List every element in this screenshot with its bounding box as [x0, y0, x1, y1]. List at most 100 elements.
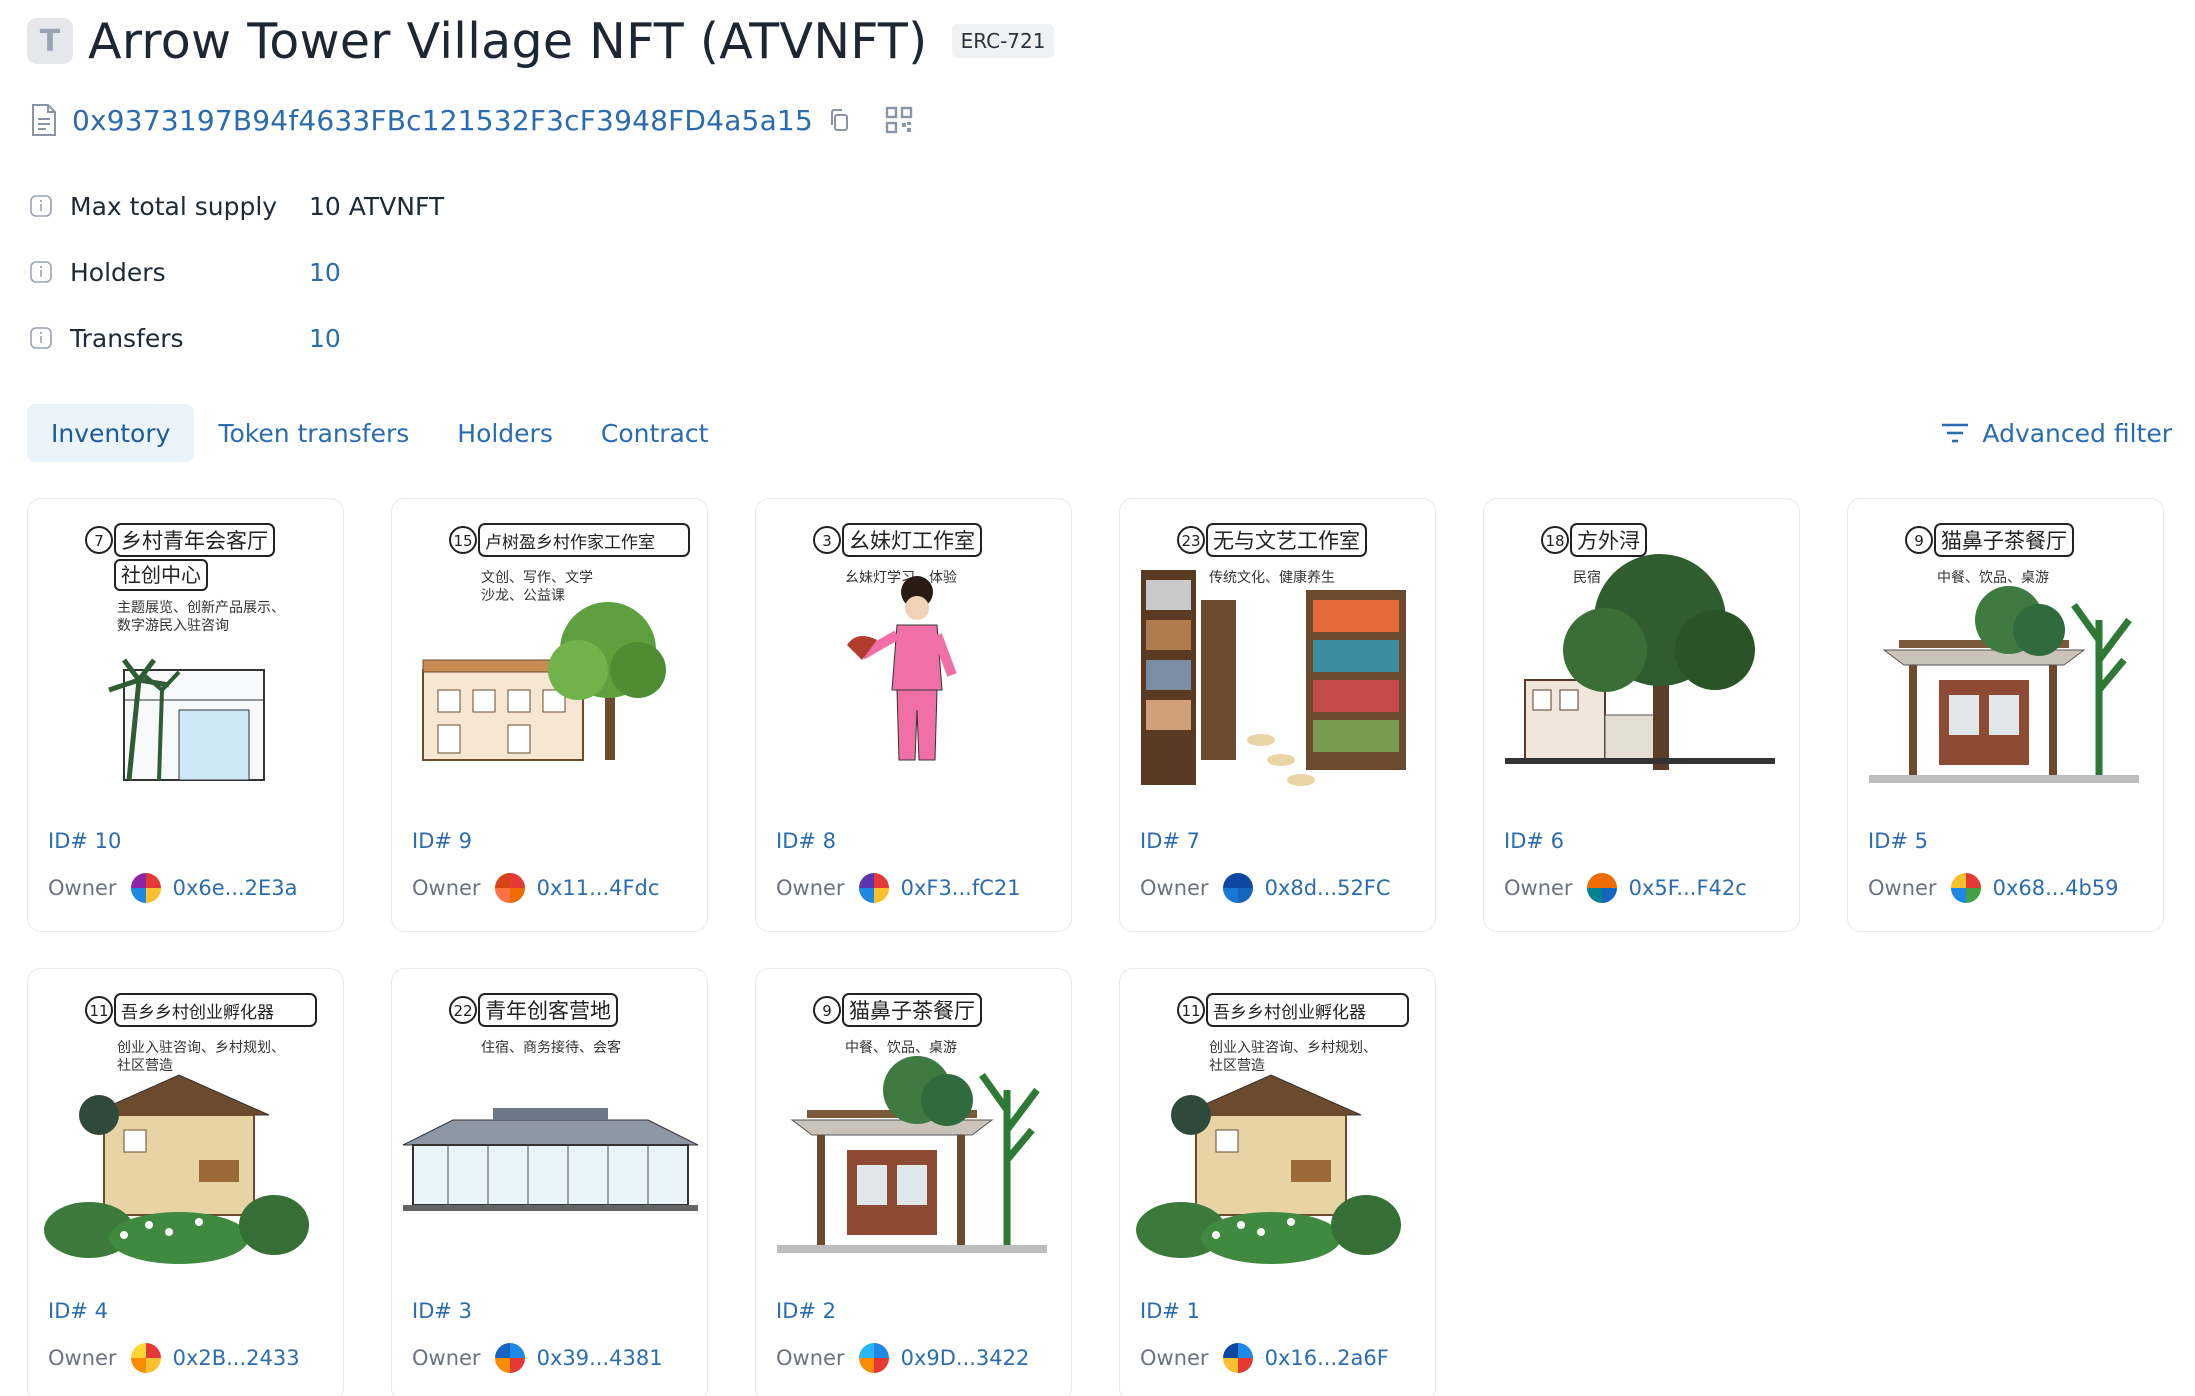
- art-subtitle: 中餐、饮品、桌游: [1937, 570, 2049, 586]
- nft-owner: Owner 0x6e...2E3a: [48, 873, 298, 903]
- art-number: 7: [94, 532, 104, 550]
- tab-contract[interactable]: Contract: [577, 404, 733, 462]
- prop-value: 10 ATVNFT: [309, 191, 445, 221]
- owner-address-link[interactable]: 0x39...4381: [537, 1346, 663, 1370]
- owner-address-link[interactable]: 0x5F...F42c: [1629, 876, 1747, 900]
- nft-id-link[interactable]: ID# 2: [776, 1299, 836, 1323]
- art-subtitle: 创业入驻咨询、乡村规划、: [117, 1040, 285, 1056]
- art-subtitle: 民宿: [1573, 569, 1601, 586]
- info-icon[interactable]: [30, 327, 52, 349]
- prop-label: Max total supply: [70, 191, 278, 221]
- art-title: 吾乡乡村创业孵化器: [121, 1003, 274, 1023]
- art-title: 青年创客营地: [485, 999, 611, 1023]
- nft-card[interactable]: 3 幺妹灯工作室 幺妹灯学习、体验 ID# 8 Owner 0xF3...fC21: [755, 498, 1072, 932]
- nft-image[interactable]: 22 青年创客营地住宿、商务接待、会客: [393, 970, 708, 1285]
- nft-id-link[interactable]: ID# 9: [412, 829, 472, 853]
- page-header: T Arrow Tower Village NFT (ATVNFT) ERC-7…: [27, 10, 1055, 72]
- nft-id-link[interactable]: ID# 5: [1868, 829, 1928, 853]
- art-number: 9: [822, 1002, 832, 1020]
- nft-card[interactable]: 15 卢树盈乡村作家工作室 文创、写作、文学 沙龙、公益课 ID# 9 Owner 0…: [391, 498, 708, 932]
- tab-token-transfers[interactable]: Token transfers: [194, 404, 433, 462]
- token-standard-badge: ERC-721: [951, 24, 1055, 58]
- holders-count-link[interactable]: 10: [309, 258, 341, 287]
- owner-avatar-icon: [858, 873, 889, 903]
- nft-card[interactable]: 9 猫鼻子茶餐厅 中餐、饮品、桌游 ID# 5 Owner 0x68...4b59: [1847, 498, 2164, 932]
- nft-image[interactable]: 9 猫鼻子茶餐厅中餐、饮品、桌游: [1849, 500, 2164, 815]
- contract-address-row: 0x9373197B94f4633FBc121532F3cF3948FD4a5a…: [30, 100, 913, 140]
- tab-holders[interactable]: Holders: [433, 404, 577, 462]
- art-number: 22: [453, 1002, 472, 1020]
- owner-label: Owner: [776, 876, 845, 900]
- nft-owner: Owner 0x5F...F42c: [1504, 873, 1747, 903]
- info-icon[interactable]: [30, 261, 52, 283]
- owner-label: Owner: [412, 1346, 481, 1370]
- art-subtitle-2: 数字游民入驻咨询: [117, 618, 229, 634]
- owner-address-link[interactable]: 0x6e...2E3a: [173, 876, 298, 900]
- art-subtitle-2: 社区营造: [1209, 1058, 1265, 1074]
- nft-id-link[interactable]: ID# 3: [412, 1299, 472, 1323]
- nft-card[interactable]: 23 无与文艺工作室 传统文化、健康养生 ID# 7 Owner 0x8d...52…: [1119, 498, 1436, 932]
- art-subtitle: 幺妹灯学习、体验: [845, 570, 957, 586]
- art-title: 猫鼻子茶餐厅: [1941, 529, 2067, 553]
- nft-id-link[interactable]: ID# 8: [776, 829, 836, 853]
- art-title: 猫鼻子茶餐厅: [849, 999, 975, 1023]
- owner-avatar-icon: [130, 873, 161, 903]
- nft-owner: Owner 0x68...4b59: [1868, 873, 2119, 903]
- prop-label: Holders: [70, 257, 166, 287]
- art-subtitle: 文创、写作、文学: [481, 570, 593, 586]
- tab-bar: Inventory Token transfers Holders Contra…: [27, 404, 2172, 462]
- nft-image[interactable]: 11 吾乡乡村创业孵化器创业入驻咨询、乡村规划、社区营造: [1121, 970, 1436, 1285]
- nft-id-link[interactable]: ID# 7: [1140, 829, 1200, 853]
- nft-card[interactable]: 9 猫鼻子茶餐厅 中餐、饮品、桌游 ID# 2 Owner 0x9D...3422: [755, 968, 1072, 1396]
- nft-id-link[interactable]: ID# 10: [48, 829, 121, 853]
- nft-card[interactable]: 11 吾乡乡村创业孵化器 创业入驻咨询、乡村规划、 社区营造 ID# 4 Owner …: [27, 968, 344, 1396]
- nft-card[interactable]: 18 方外浔 民宿 ID# 6 Owner 0x5F...F42c: [1483, 498, 1800, 932]
- nft-id-link[interactable]: ID# 1: [1140, 1299, 1200, 1323]
- owner-address-link[interactable]: 0x11...4Fdc: [537, 876, 660, 900]
- owner-address-link[interactable]: 0xF3...fC21: [901, 876, 1021, 900]
- nft-card[interactable]: 11 吾乡乡村创业孵化器 创业入驻咨询、乡村规划、 社区营造 ID# 1 Owner …: [1119, 968, 1436, 1396]
- copy-icon[interactable]: [827, 108, 851, 132]
- nft-id-link[interactable]: ID# 4: [48, 1299, 108, 1323]
- nft-image[interactable]: 7 乡村青年会客厅社创中心主题展览、创新产品展示、数字游民入驻咨询: [29, 500, 344, 815]
- nft-image[interactable]: 18 方外浔民宿: [1485, 500, 1800, 815]
- nft-image[interactable]: 3 幺妹灯工作室幺妹灯学习、体验: [757, 500, 1072, 815]
- nft-id-link[interactable]: ID# 6: [1504, 829, 1564, 853]
- owner-address-link[interactable]: 0x2B...2433: [173, 1346, 300, 1370]
- owner-label: Owner: [1140, 876, 1209, 900]
- art-subtitle: 创业入驻咨询、乡村规划、: [1209, 1040, 1377, 1056]
- owner-address-link[interactable]: 0x16...2a6F: [1265, 1346, 1389, 1370]
- art-title: 卢树盈乡村作家工作室: [485, 533, 655, 553]
- token-avatar: T: [27, 18, 73, 64]
- nft-owner: Owner 0xF3...fC21: [776, 873, 1021, 903]
- art-title-2: 社创中心: [121, 563, 201, 587]
- owner-avatar-icon: [1222, 873, 1253, 903]
- nft-card[interactable]: 7 乡村青年会客厅 社创中心 主题展览、创新产品展示、 数字游民入驻咨询 ID# 10 …: [27, 498, 344, 932]
- art-number: 23: [1181, 532, 1200, 550]
- owner-avatar-icon: [1950, 873, 1981, 903]
- owner-address-link[interactable]: 0x9D...3422: [901, 1346, 1030, 1370]
- nft-image[interactable]: 9 猫鼻子茶餐厅中餐、饮品、桌游: [757, 970, 1072, 1285]
- qr-code-icon[interactable]: [885, 106, 913, 134]
- nft-card[interactable]: 22 青年创客营地 住宿、商务接待、会客 ID# 3 Owner 0x39...43…: [391, 968, 708, 1396]
- advanced-filter-button[interactable]: Advanced filter: [1940, 419, 2172, 448]
- contract-address-link[interactable]: 0x9373197B94f4633FBc121532F3cF3948FD4a5a…: [72, 104, 813, 137]
- art-subtitle: 传统文化、健康养生: [1209, 569, 1335, 586]
- nft-image[interactable]: 11 吾乡乡村创业孵化器创业入驻咨询、乡村规划、社区营造: [29, 970, 344, 1285]
- nft-image[interactable]: 23 无与文艺工作室传统文化、健康养生: [1121, 500, 1436, 815]
- art-subtitle: 主题展览、创新产品展示、: [117, 600, 285, 616]
- info-icon[interactable]: [30, 195, 52, 217]
- art-subtitle-2: 社区营造: [117, 1058, 173, 1074]
- nft-owner: Owner 0x2B...2433: [48, 1343, 300, 1373]
- prop-transfers: Transfers 10: [30, 318, 444, 358]
- owner-address-link[interactable]: 0x8d...52FC: [1265, 876, 1391, 900]
- page-title: Arrow Tower Village NFT (ATVNFT): [88, 12, 928, 70]
- owner-address-link[interactable]: 0x68...4b59: [1993, 876, 2119, 900]
- transfers-count-link[interactable]: 10: [309, 324, 341, 353]
- nft-image[interactable]: 15 卢树盈乡村作家工作室文创、写作、文学沙龙、公益课: [393, 500, 708, 815]
- prop-label: Transfers: [70, 323, 184, 353]
- tab-inventory[interactable]: Inventory: [27, 404, 195, 462]
- art-title: 乡村青年会客厅: [121, 529, 268, 553]
- owner-label: Owner: [1868, 876, 1937, 900]
- owner-label: Owner: [48, 1346, 117, 1370]
